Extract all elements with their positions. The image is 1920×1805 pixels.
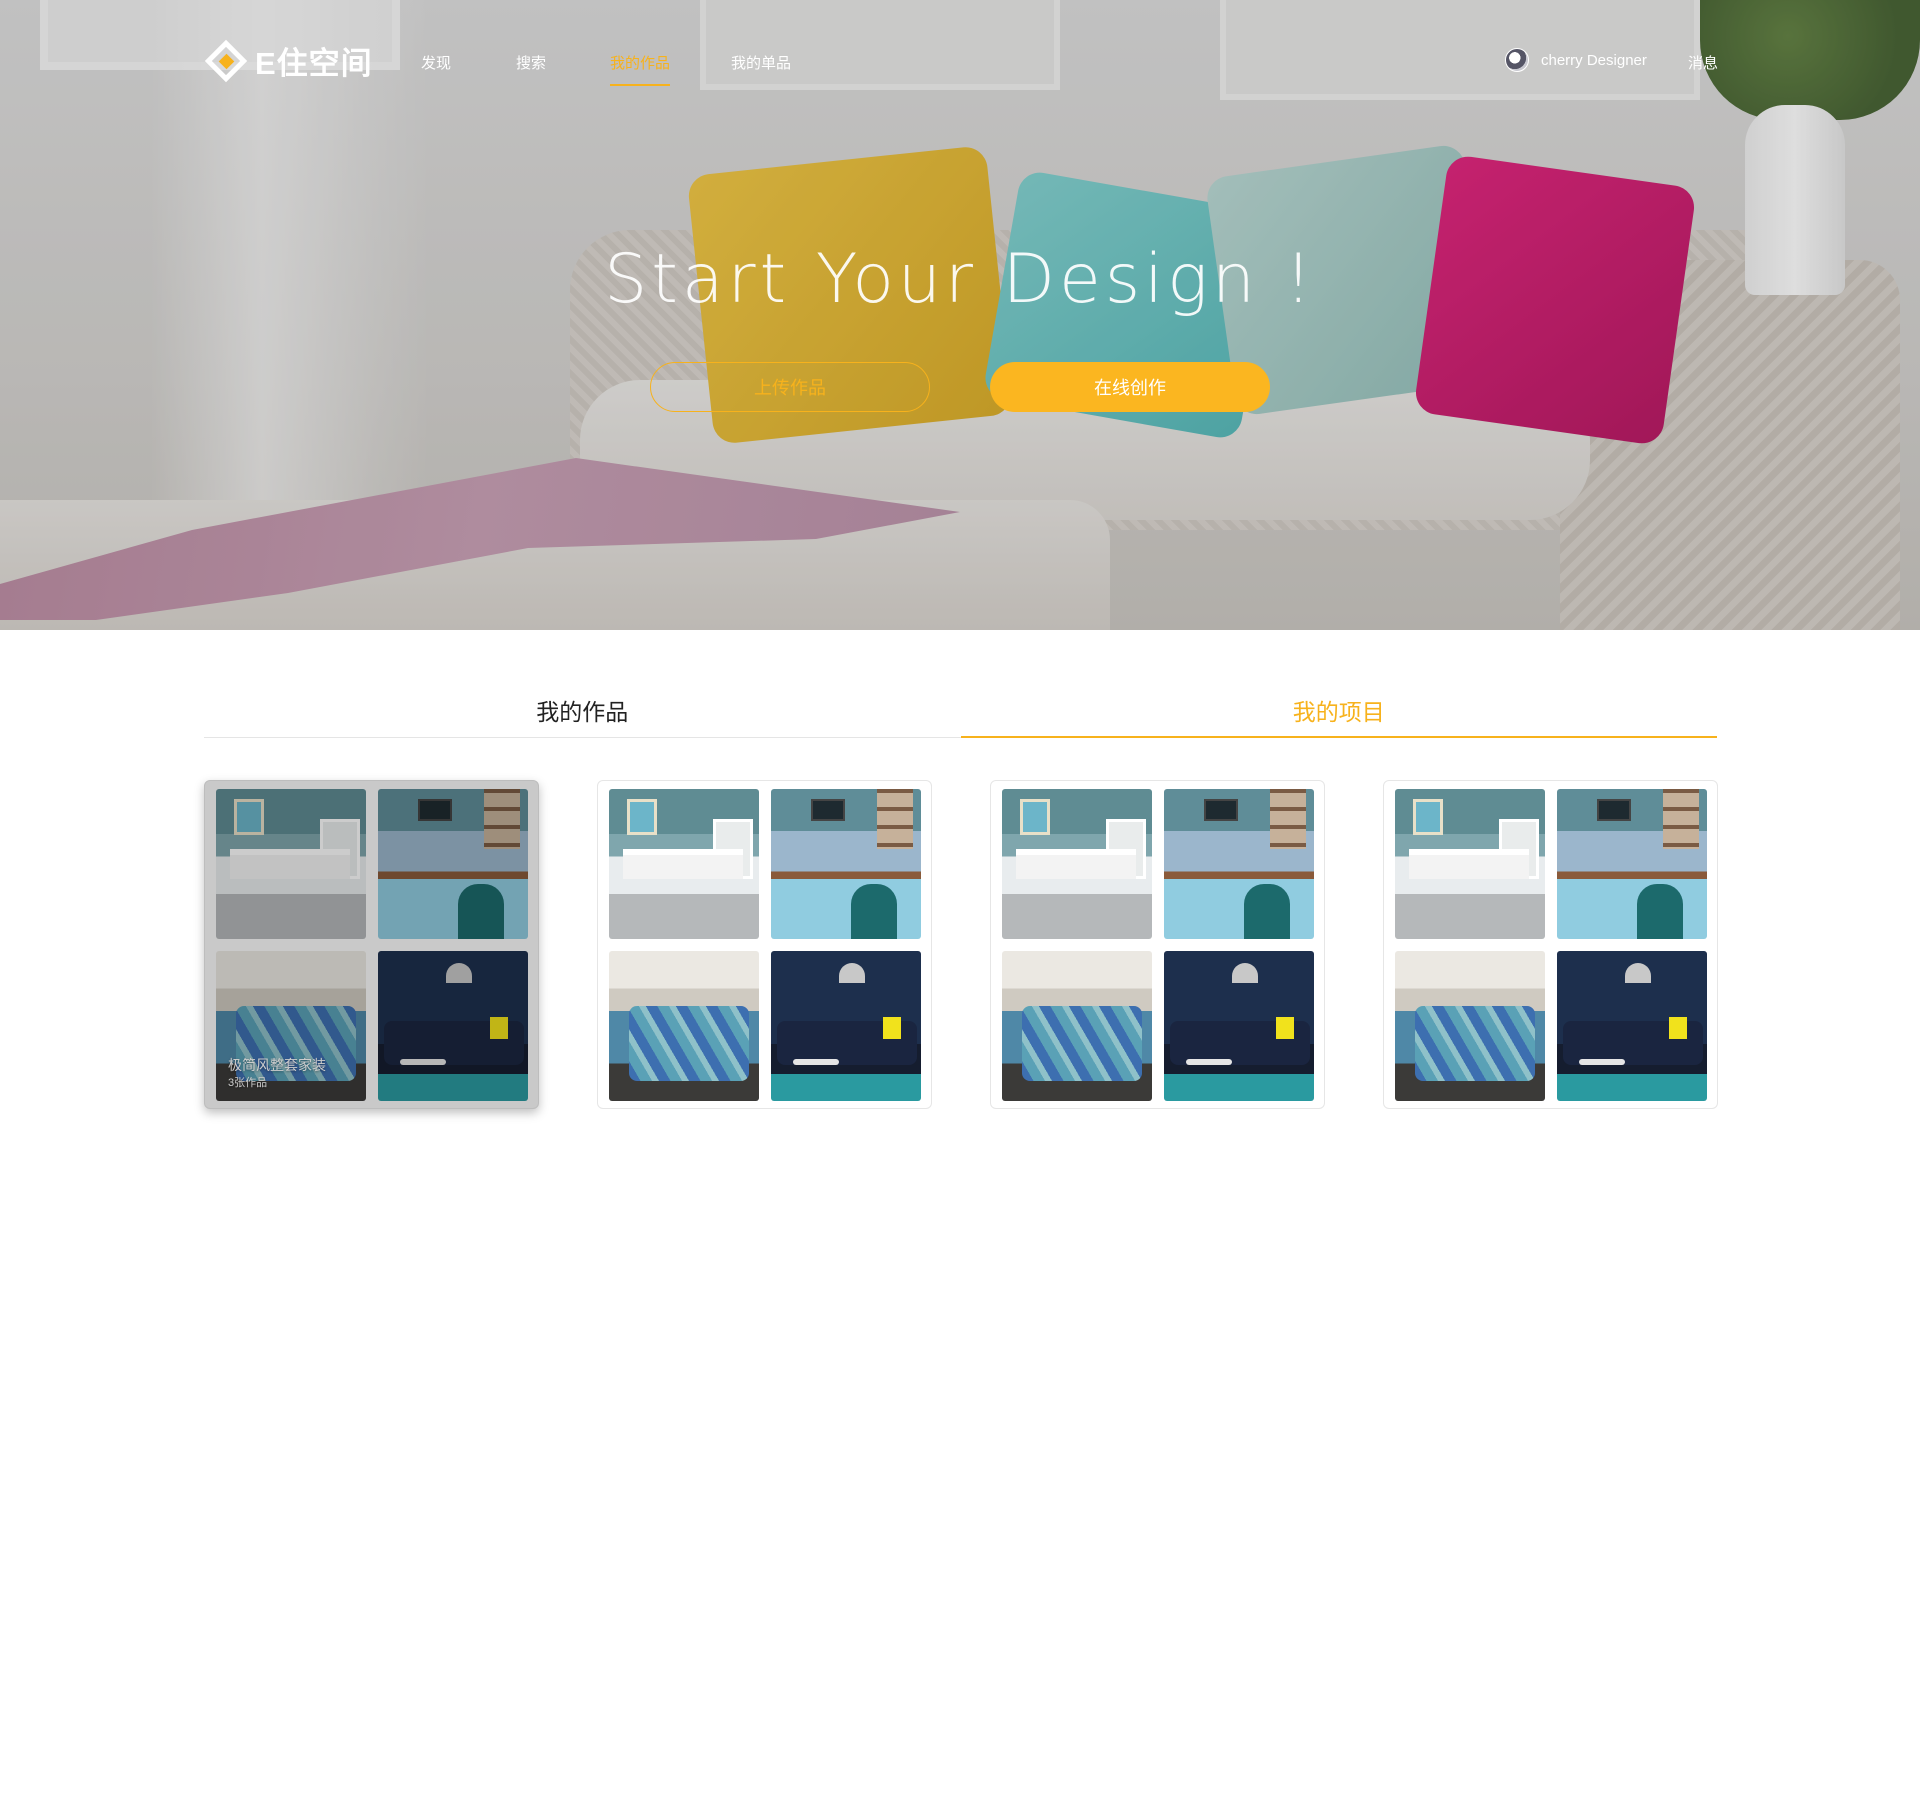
upload-work-button[interactable]: 上传作品 (650, 362, 930, 412)
thumbnail-bedroom (609, 789, 759, 939)
hero-headline: Start Your Design ! (604, 240, 1316, 319)
thumbnail-quilt-bedroom: 极简风整套家装 3张作品 (216, 951, 366, 1101)
project-card-image-grid (1395, 789, 1707, 1101)
thumbnail-study (1557, 789, 1707, 939)
brand-name: E住空间 (255, 46, 373, 81)
project-card[interactable]: 极简风整套家装 3张作品 (204, 780, 539, 1109)
thumbnail-bedroom (1002, 789, 1152, 939)
project-card-list: 极简风整套家装 3张作品 (204, 780, 1718, 1110)
messages-link[interactable]: 消息 (1688, 52, 1718, 73)
thumbnail-quilt-bedroom (1002, 951, 1152, 1101)
project-card-image-grid (1002, 789, 1314, 1101)
project-card-caption: 极简风整套家装 3张作品 (228, 1055, 326, 1091)
nav-item-my-works[interactable]: 我的作品 (610, 52, 671, 86)
thumbnail-quilt-bedroom (609, 951, 759, 1101)
diamond-logo-icon (204, 39, 248, 82)
user-menu[interactable]: cherry Designer (1505, 48, 1647, 72)
thumbnail-living-room (378, 951, 528, 1101)
tab-my-works[interactable]: 我的作品 (204, 690, 961, 737)
thumbnail-quilt-bedroom (1395, 951, 1545, 1101)
project-card-title: 极简风整套家装 (228, 1057, 326, 1073)
project-card[interactable] (990, 780, 1325, 1109)
thumbnail-study (1164, 789, 1314, 939)
project-card[interactable] (597, 780, 932, 1109)
nav-item-discover[interactable]: 发现 (421, 52, 451, 84)
content-tabs: 我的作品 我的项目 (204, 690, 1717, 738)
nav-item-search[interactable]: 搜索 (516, 52, 546, 84)
brand-logo[interactable]: E住空间 (204, 38, 373, 83)
online-create-button[interactable]: 在线创作 (990, 362, 1270, 412)
user-name: cherry Designer (1541, 51, 1647, 69)
thumbnail-bedroom (216, 789, 366, 939)
thumbnail-bedroom (1395, 789, 1545, 939)
project-card-count: 3张作品 (228, 1077, 268, 1089)
thumbnail-living-room (1164, 951, 1314, 1101)
project-card-image-grid: 极简风整套家装 3张作品 (216, 789, 528, 1101)
project-card-image-grid (609, 789, 921, 1101)
thumbnail-study (378, 789, 528, 939)
user-avatar (1505, 48, 1529, 72)
thumbnail-living-room (1557, 951, 1707, 1101)
top-nav: E住空间 发现 搜索 我的作品 我的单品 cherry Designer 消息 (0, 0, 1920, 120)
tab-my-projects[interactable]: 我的项目 (960, 690, 1718, 738)
nav-item-my-products[interactable]: 我的单品 (731, 52, 791, 84)
thumbnail-study (771, 789, 921, 939)
project-card[interactable] (1383, 780, 1718, 1109)
thumbnail-living-room (771, 951, 921, 1101)
